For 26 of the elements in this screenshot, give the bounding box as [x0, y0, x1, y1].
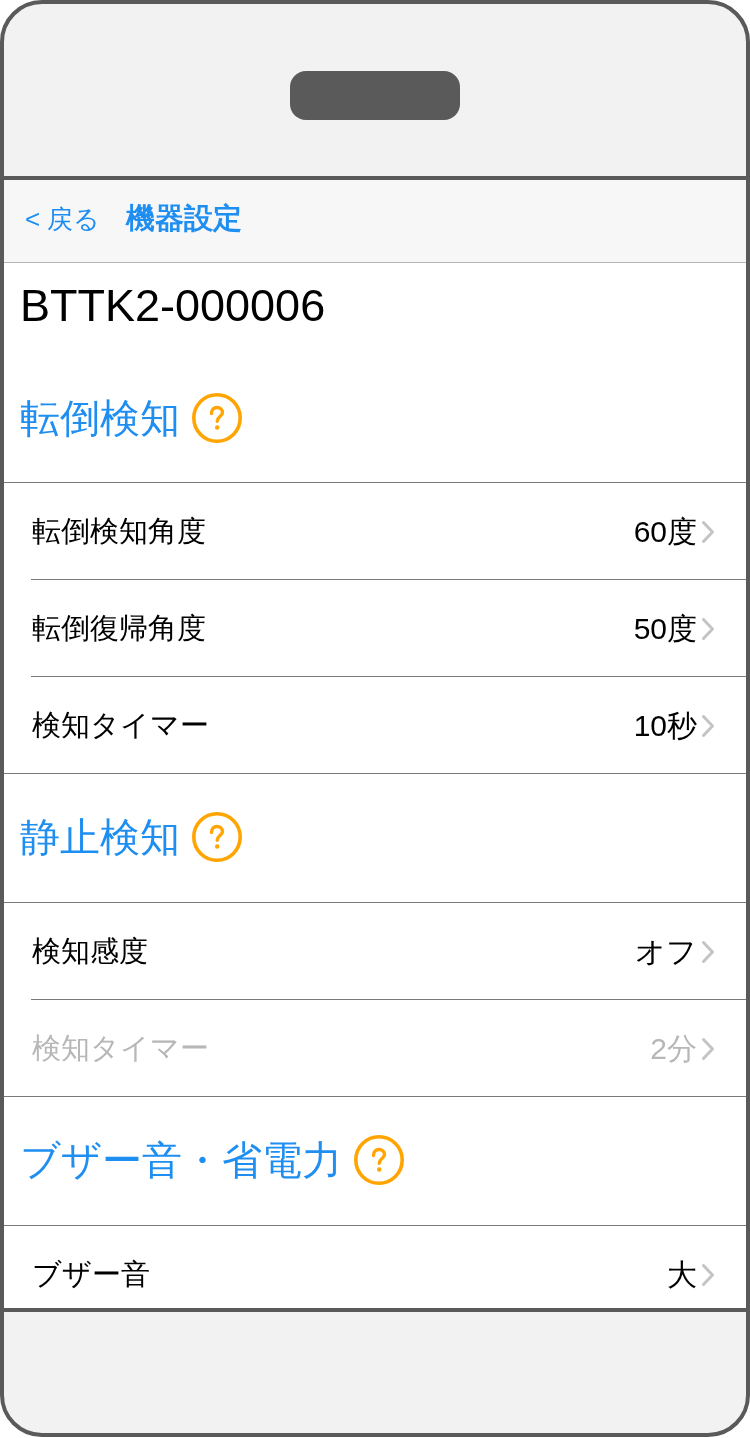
setting-value: 10秒 [633, 708, 697, 744]
setting-value: 2分 [650, 1031, 697, 1067]
setting-label[interactable]: 転倒検知角度 [32, 509, 206, 554]
chevron-right-icon [701, 519, 715, 544]
setting-value: 50度 [633, 611, 697, 647]
help-icon[interactable] [192, 393, 242, 443]
setting-value: 大 [667, 1257, 697, 1293]
nav-title: 機器設定 [126, 201, 243, 237]
setting-label[interactable]: 転倒復帰角度 [32, 606, 206, 651]
setting-label[interactable]: 検知タイマー [32, 703, 209, 748]
chevron-right-icon [701, 713, 715, 738]
setting-value: 60度 [633, 514, 697, 550]
chevron-right-icon [701, 1262, 715, 1287]
help-icon[interactable] [192, 812, 242, 862]
section-title: 静止検知 [20, 814, 180, 861]
help-icon[interactable] [354, 1135, 404, 1185]
device-id: BTTK2-000006 [20, 278, 326, 333]
chevron-right-icon [701, 616, 715, 641]
setting-label: 検知タイマー [32, 1030, 209, 1066]
chevron-right-icon [701, 939, 715, 964]
setting-label[interactable]: ブザー音 [32, 1252, 150, 1297]
section-title: 転倒検知 [20, 395, 180, 442]
setting-label[interactable]: 検知感度 [32, 929, 148, 974]
setting-value: オフ [635, 934, 697, 970]
chevron-right-icon [701, 1036, 715, 1061]
section-title: ブザー音・省電力 [20, 1137, 342, 1184]
